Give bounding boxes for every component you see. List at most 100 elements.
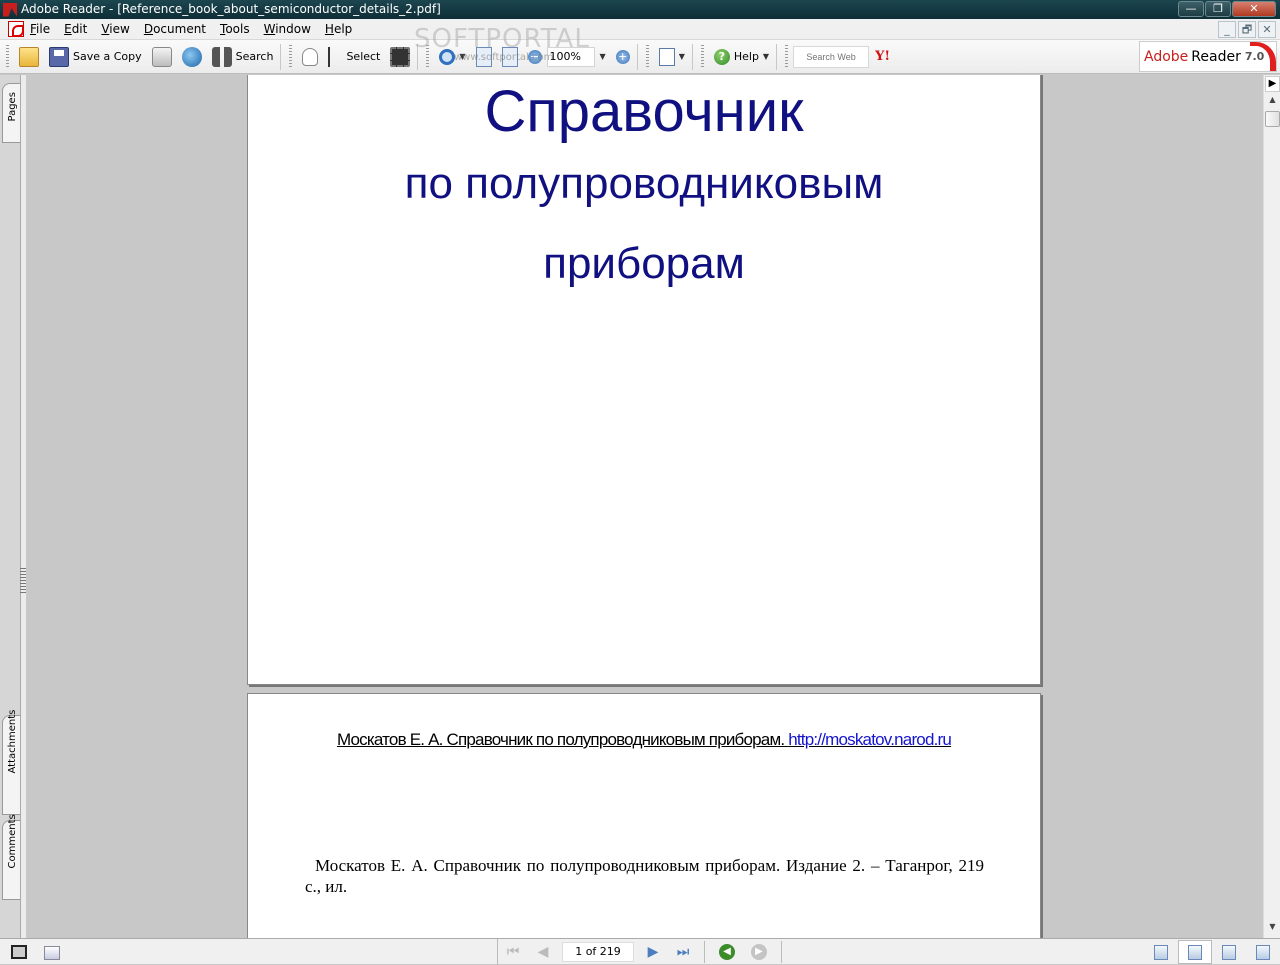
page-title: Справочник: [484, 79, 804, 144]
rotate-view-button[interactable]: ▼: [654, 43, 690, 71]
select-label: Select: [346, 50, 381, 63]
menu-document[interactable]: Document: [144, 22, 206, 36]
printer-icon: [151, 46, 172, 67]
zoom-in-button[interactable]: +: [611, 43, 635, 71]
facing-layout-button[interactable]: [1246, 940, 1280, 964]
next-view-icon[interactable]: ▶: [751, 944, 767, 960]
panel-resize-handle[interactable]: [20, 568, 26, 594]
page-navigation: ⏮ ◀ 1 of 219 ▶ ⏭ ◀ ▶: [497, 939, 788, 965]
doc-minimize-button[interactable]: _: [1218, 21, 1236, 38]
rotate-page-icon: [658, 47, 675, 66]
toolbar-grip[interactable]: [700, 44, 704, 69]
camera-icon: [390, 46, 411, 67]
menu-window[interactable]: Window: [264, 22, 311, 36]
toolbar-separator: [776, 43, 778, 70]
next-page-icon[interactable]: ▶: [638, 944, 668, 960]
toolbar-separator: [691, 43, 693, 70]
menu-edit[interactable]: Edit: [64, 22, 87, 36]
select-tool-button[interactable]: Select: [323, 43, 385, 71]
pdf-page-1: Справочник по полупроводниковым приборам: [247, 75, 1041, 685]
hand-icon: [302, 47, 319, 66]
toolbar-grip[interactable]: [645, 44, 649, 69]
single-page-layout-button[interactable]: [1144, 940, 1178, 964]
floppy-disk-icon: [49, 46, 69, 67]
page-subtitle-line2: приборам: [543, 239, 745, 288]
previous-page-icon[interactable]: ◀: [528, 944, 558, 960]
status-bar: ⏮ ◀ 1 of 219 ▶ ⏭ ◀ ▶: [0, 938, 1280, 965]
status-separator: [781, 941, 782, 963]
help-label: Help: [733, 50, 759, 63]
header-citation: Москатов Е. А. Справочник по полупроводн…: [336, 730, 789, 749]
menu-help[interactable]: Help: [325, 22, 352, 36]
pdf-page-2: Москатов Е. А. Справочник по полупроводн…: [247, 693, 1041, 938]
last-page-icon[interactable]: ⏭: [668, 944, 698, 960]
page-header-text: Москатов Е. А. Справочник по полупроводн…: [248, 730, 1040, 750]
author-website-link[interactable]: http://moskatov.narod.ru: [788, 730, 952, 749]
toolbar-grip[interactable]: [426, 44, 430, 69]
zoom-in-icon: +: [615, 49, 630, 64]
continuous-layout-button[interactable]: [1178, 940, 1212, 964]
brand-reader: Reader: [1191, 48, 1241, 65]
single-page-icon: [1154, 944, 1168, 960]
continuous-facing-icon: [1222, 944, 1236, 960]
document-window-controls: _ 🗗 ✕: [1218, 21, 1276, 38]
pdf-document-icon[interactable]: [8, 21, 24, 37]
toolbar-grip[interactable]: [785, 44, 789, 69]
restore-button[interactable]: ❐: [1205, 1, 1231, 17]
text-cursor-icon: [328, 46, 342, 67]
toolbar-separator: [417, 43, 419, 70]
open-folder-icon: [19, 46, 39, 67]
navigation-panel: Pages Attachments Comments: [0, 75, 26, 938]
snapshot-button[interactable]: [385, 43, 415, 71]
first-page-icon[interactable]: ⏮: [498, 944, 528, 960]
continuous-icon: [1188, 944, 1202, 960]
menu-view[interactable]: View: [101, 22, 129, 36]
doc-restore-button[interactable]: 🗗: [1238, 21, 1256, 38]
tab-pages[interactable]: Pages: [2, 83, 20, 143]
previous-view-icon[interactable]: ◀: [719, 944, 735, 960]
bibliographic-citation: Москатов Е. А. Справочник по полупроводн…: [305, 856, 984, 896]
page-number-input[interactable]: 1 of 219: [562, 942, 634, 962]
toolbar-grip[interactable]: [289, 44, 293, 69]
magnifier-icon: [439, 48, 456, 65]
tab-comments[interactable]: Comments: [2, 814, 20, 900]
document-view[interactable]: Справочник по полупроводниковым приборам…: [27, 75, 1263, 938]
menu-tools[interactable]: Tools: [220, 22, 250, 36]
toggle-panel-icon[interactable]: [44, 946, 60, 960]
email-globe-icon: [181, 46, 202, 67]
search-button[interactable]: Search: [207, 43, 279, 71]
save-copy-label: Save a Copy: [73, 50, 142, 63]
search-web-input[interactable]: [793, 45, 870, 68]
minimize-button[interactable]: —: [1178, 1, 1204, 17]
full-screen-icon[interactable]: [11, 945, 27, 959]
continuous-facing-layout-button[interactable]: [1212, 940, 1246, 964]
adobe-reader-logo[interactable]: Adobe Reader 7.0: [1139, 41, 1277, 72]
zoom-dropdown[interactable]: ▼: [595, 43, 611, 71]
scroll-down-icon[interactable]: ▼: [1265, 922, 1280, 936]
doc-close-button[interactable]: ✕: [1258, 21, 1276, 38]
chevron-down-icon: ▼: [599, 52, 606, 61]
yahoo-search-button[interactable]: Y!: [875, 49, 890, 64]
print-button[interactable]: [147, 43, 177, 71]
vertical-scrollbar[interactable]: ▶ ▲ ▼: [1263, 75, 1280, 938]
scroll-up-icon[interactable]: ▲: [1265, 95, 1280, 109]
help-button[interactable]: ? Help ▼: [709, 43, 774, 71]
open-button[interactable]: [14, 43, 44, 71]
tab-attachments[interactable]: Attachments: [2, 710, 20, 815]
navigation-panel-edge: [20, 75, 26, 938]
scroll-thumb[interactable]: [1265, 111, 1280, 127]
toolbar-grip[interactable]: [6, 44, 9, 69]
close-button[interactable]: ✕: [1232, 1, 1276, 17]
hand-tool-button[interactable]: [297, 43, 323, 71]
play-arrow-icon[interactable]: ▶: [1265, 76, 1280, 92]
brand-adobe: Adobe: [1144, 48, 1189, 65]
facing-icon: [1256, 944, 1270, 960]
save-copy-button[interactable]: Save a Copy: [44, 43, 147, 71]
tab-pages-label: Pages: [7, 92, 18, 122]
toolbar-separator: [636, 43, 638, 70]
watermark-url: www.softportal.com: [454, 52, 554, 63]
zoom-level-input[interactable]: 100%: [546, 46, 595, 67]
email-button[interactable]: [177, 43, 207, 71]
menu-file[interactable]: File: [30, 22, 50, 36]
toolbar-separator: [280, 43, 282, 70]
